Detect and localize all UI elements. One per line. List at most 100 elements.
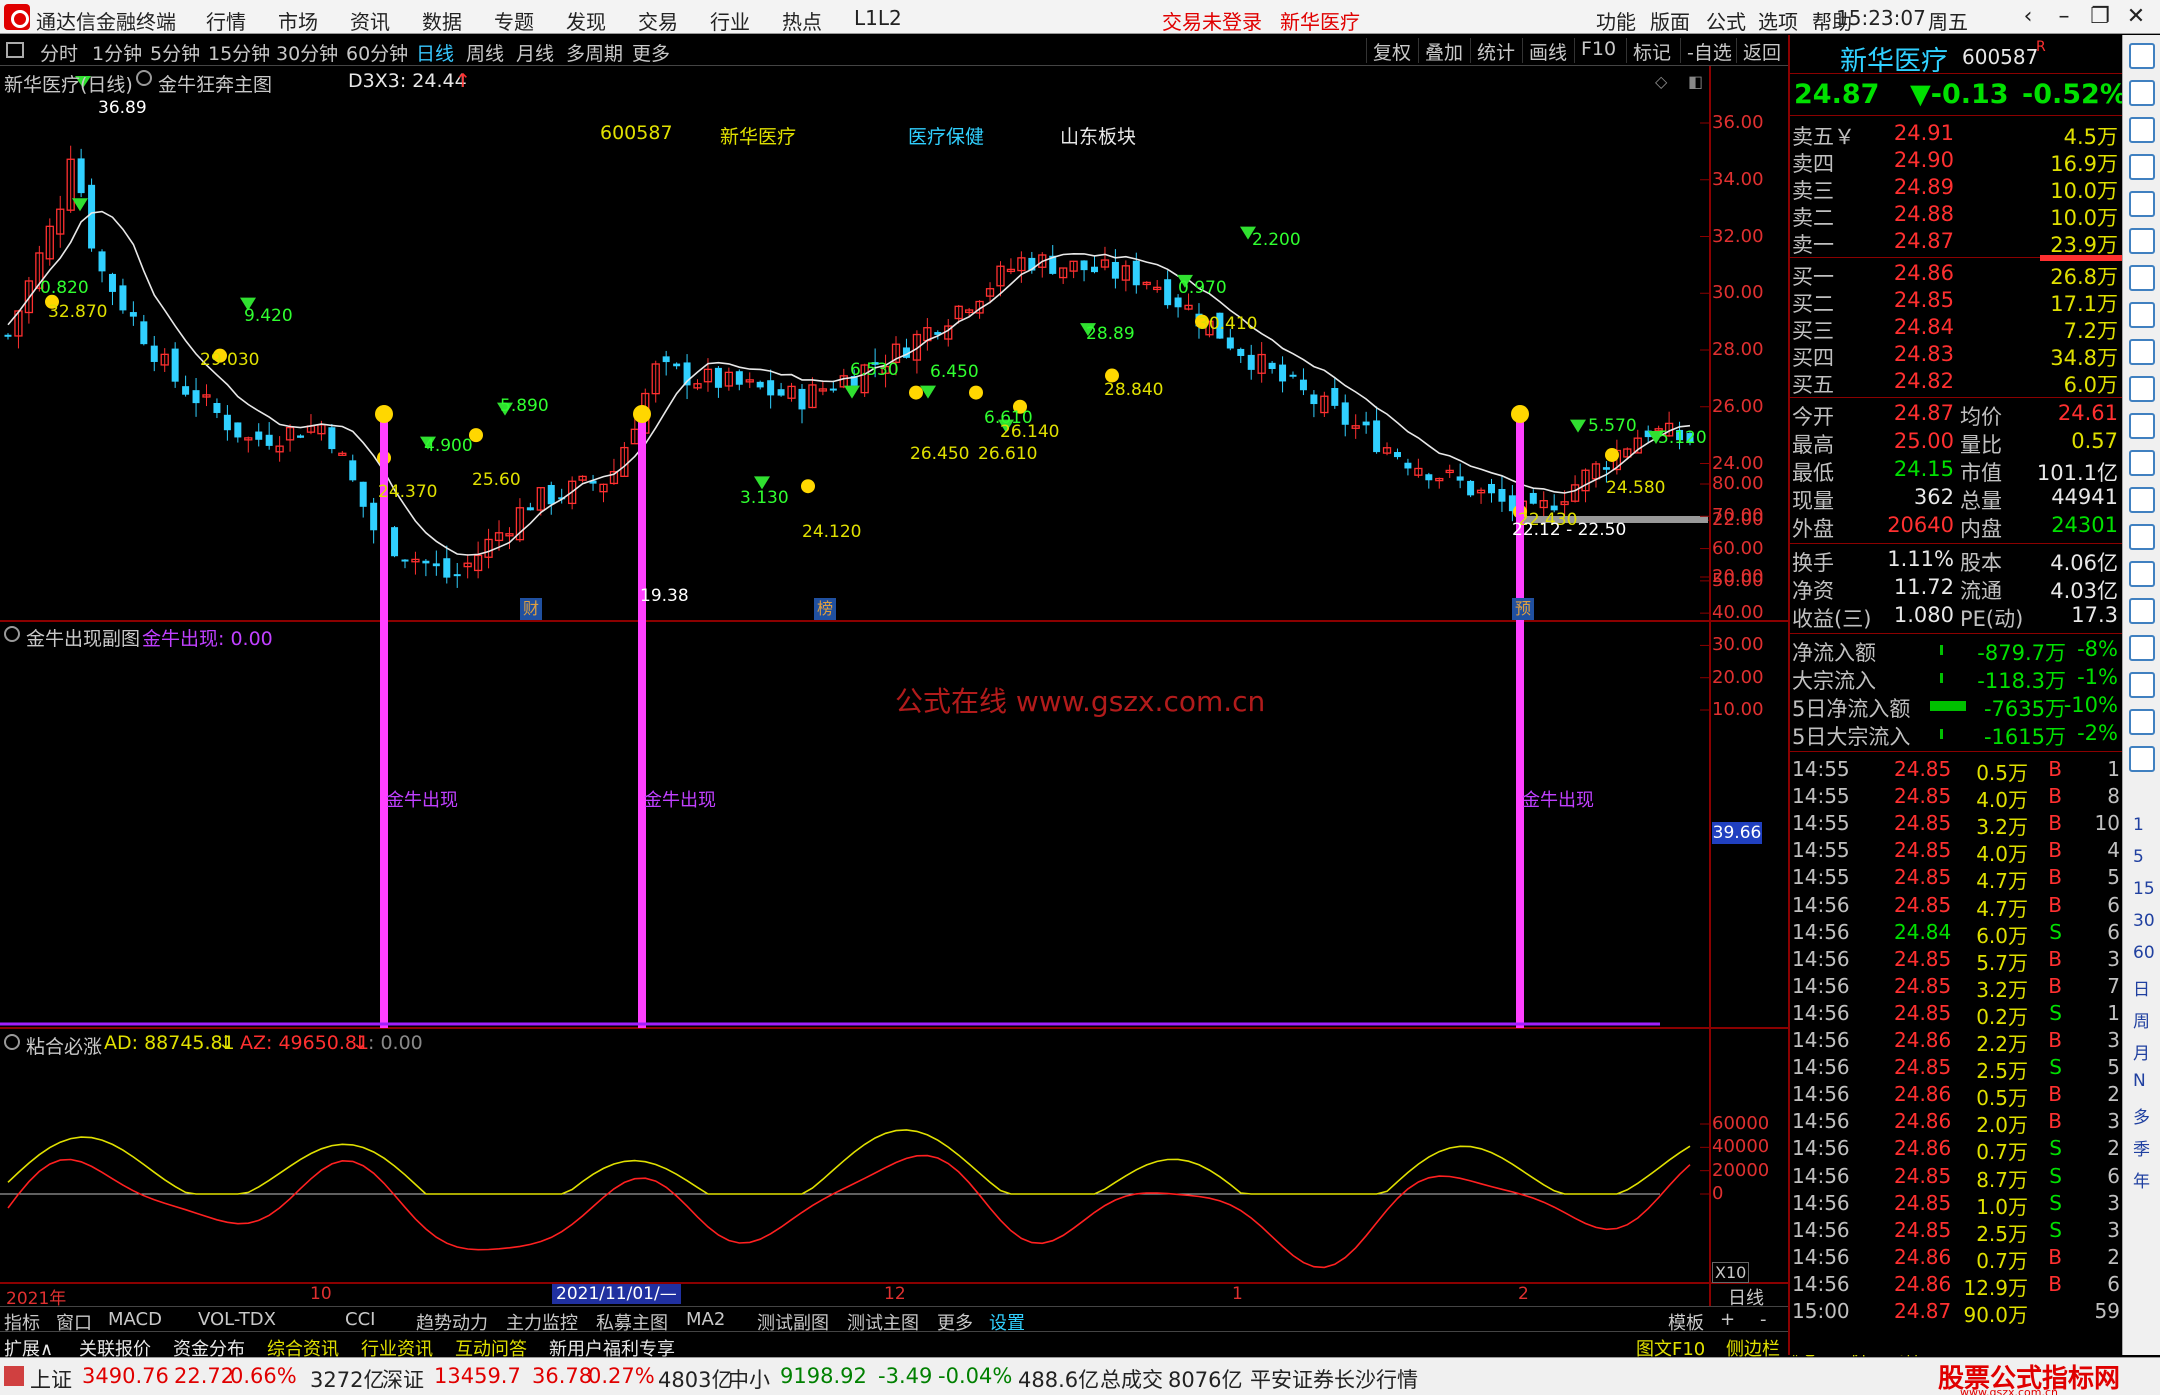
side-period-9[interactable]: 多 [2133, 1103, 2150, 1128]
menu-7[interactable]: 行业 [710, 6, 750, 35]
period-tab-5[interactable]: 60分钟 [346, 39, 408, 66]
side-period-7[interactable]: 月 [2133, 1039, 2150, 1064]
menu-1[interactable]: 市场 [278, 6, 318, 35]
menu-3[interactable]: 数据 [422, 6, 462, 35]
arrow-left-icon[interactable] [2129, 43, 2155, 69]
side-period-5[interactable]: 日 [2133, 975, 2150, 1000]
diamond-icon[interactable]: ◇ [1655, 72, 1667, 91]
arrow-down-icon[interactable] [2129, 117, 2155, 143]
indicator-tab-3[interactable]: VOL-TDX [198, 1309, 276, 1330]
side-period-8[interactable]: N [2133, 1071, 2146, 1091]
side-period-2[interactable]: 15 [2133, 879, 2155, 899]
chart-icon[interactable] [2129, 228, 2155, 254]
rsi-icon[interactable] [2129, 598, 2155, 624]
side-period-10[interactable]: 季 [2133, 1135, 2150, 1160]
period-tab-8[interactable]: 月线 [516, 39, 554, 66]
toolbar-button-1[interactable]: 叠加 [1418, 38, 1469, 64]
right-menu-3[interactable]: 选项 [1758, 6, 1798, 35]
close-icon[interactable]: ✕ [2118, 2, 2154, 32]
sub2-title[interactable]: 粘合必涨 [26, 1032, 102, 1059]
region-label[interactable]: 山东板块 [1060, 122, 1136, 149]
sub1-dropdown-icon[interactable] [4, 626, 20, 642]
layout-toggle-icon[interactable] [6, 42, 24, 58]
back-icon[interactable]: ‹ [2010, 2, 2046, 32]
event-marker[interactable]: 财 [520, 598, 542, 620]
period-tab-7[interactable]: 周线 [466, 39, 504, 66]
side-period-4[interactable]: 60 [2133, 943, 2155, 963]
indicator-tab-2[interactable]: MACD [108, 1309, 162, 1330]
bottom-right-button-2[interactable]: - [1760, 1309, 1767, 1330]
event-marker[interactable]: 预 [1512, 598, 1534, 620]
period-tab-4[interactable]: 30分钟 [276, 39, 338, 66]
sub1-title[interactable]: 金牛出现副图 [26, 624, 140, 651]
s-icon[interactable] [2129, 635, 2155, 661]
toolbar-button-0[interactable]: 复权 [1366, 38, 1417, 64]
book-icon[interactable] [2129, 302, 2155, 328]
menu-5[interactable]: 发现 [566, 6, 606, 35]
bid-row: 买三 24.84 7.2万 [1790, 315, 2124, 343]
menu-9[interactable]: L1L2 [854, 6, 902, 30]
toolbar-button-7[interactable]: 返回 [1736, 38, 1787, 64]
menu-8[interactable]: 热点 [782, 6, 822, 35]
side-period-1[interactable]: 5 [2133, 847, 2144, 867]
period-tab-2[interactable]: 5分钟 [150, 39, 200, 66]
indicator-dropdown-icon[interactable] [136, 70, 152, 86]
toolbar-button-5[interactable]: 标记 [1626, 38, 1677, 64]
minimize-icon[interactable]: – [2046, 2, 2082, 32]
restore-icon[interactable]: ❐ [2082, 2, 2118, 32]
sub2-dropdown-icon[interactable] [4, 1034, 20, 1050]
arrow-up-icon[interactable] [2129, 80, 2155, 106]
indicator-tab-4[interactable]: CCI [345, 1309, 375, 1330]
stock-tag[interactable]: 新华医疗 [1280, 6, 1360, 35]
app-logo-icon [4, 4, 30, 30]
clock-icon[interactable] [2129, 487, 2155, 513]
date-axis-label[interactable]: 2021/11/01/— [552, 1284, 681, 1304]
power-icon[interactable] [2129, 524, 2155, 550]
toolbar-button-2[interactable]: 统计 [1470, 38, 1521, 64]
note-icon[interactable] [2129, 376, 2155, 402]
main-indicator-name[interactable]: 金牛狂奔主图 [158, 70, 272, 97]
industry-label[interactable]: 医疗保健 [908, 122, 984, 149]
toolbar-button-3[interactable]: 画线 [1522, 38, 1573, 64]
event-marker[interactable]: 榜 [814, 598, 836, 620]
right-menu-0[interactable]: 功能 [1596, 6, 1636, 35]
panel-toggle-icon[interactable]: ◧ [1688, 72, 1703, 91]
market-icon[interactable] [4, 1366, 24, 1386]
period-tab-3[interactable]: 15分钟 [208, 39, 270, 66]
status-item-10[interactable]: 中小 [728, 1364, 770, 1394]
side-period-3[interactable]: 30 [2133, 911, 2155, 931]
pen-icon[interactable] [2129, 709, 2155, 735]
indicator-tab-8[interactable]: MA2 [686, 1309, 725, 1330]
chart-area[interactable] [0, 66, 1788, 1306]
grid-icon[interactable] [2129, 191, 2155, 217]
right-menu-2[interactable]: 公式 [1706, 6, 1746, 35]
menu-4[interactable]: 专题 [494, 6, 534, 35]
toolbar-button-6[interactable]: -自选 [1680, 38, 1738, 64]
side-period-6[interactable]: 周 [2133, 1007, 2150, 1032]
f10-icon[interactable] [2129, 339, 2155, 365]
list-icon[interactable] [2129, 154, 2155, 180]
bottom-right-button-1[interactable]: + [1720, 1309, 1735, 1330]
right-menu-1[interactable]: 版面 [1650, 6, 1690, 35]
side-period-11[interactable]: 年 [2133, 1167, 2150, 1192]
move-icon[interactable] [2129, 672, 2155, 698]
candle-icon[interactable] [2129, 265, 2155, 291]
menu-0[interactable]: 行情 [206, 6, 246, 35]
menu-2[interactable]: 资讯 [350, 6, 390, 35]
f2-icon[interactable] [2129, 450, 2155, 476]
toolbar-button-4[interactable]: F10 [1574, 38, 1622, 63]
period-tab-0[interactable]: 分时 [40, 39, 78, 66]
f-icon[interactable] [2129, 413, 2155, 439]
period-tab-6[interactable]: 日线 [416, 39, 454, 66]
menu-6[interactable]: 交易 [638, 6, 678, 35]
period-tab-9[interactable]: 多周期 [566, 39, 623, 66]
main-y-tick: 32.00 [1712, 225, 1764, 247]
login-status[interactable]: 交易未登录 [1162, 6, 1262, 35]
fs-icon[interactable] [2129, 746, 2155, 772]
period-tab-1[interactable]: 1分钟 [92, 39, 142, 66]
period-tab-10[interactable]: 更多 [632, 39, 670, 66]
status-item-0[interactable]: 上证 [30, 1364, 72, 1394]
wave-icon[interactable] [2129, 561, 2155, 587]
status-item-5[interactable]: 深证 [382, 1364, 424, 1394]
side-period-0[interactable]: 1 [2133, 815, 2144, 835]
